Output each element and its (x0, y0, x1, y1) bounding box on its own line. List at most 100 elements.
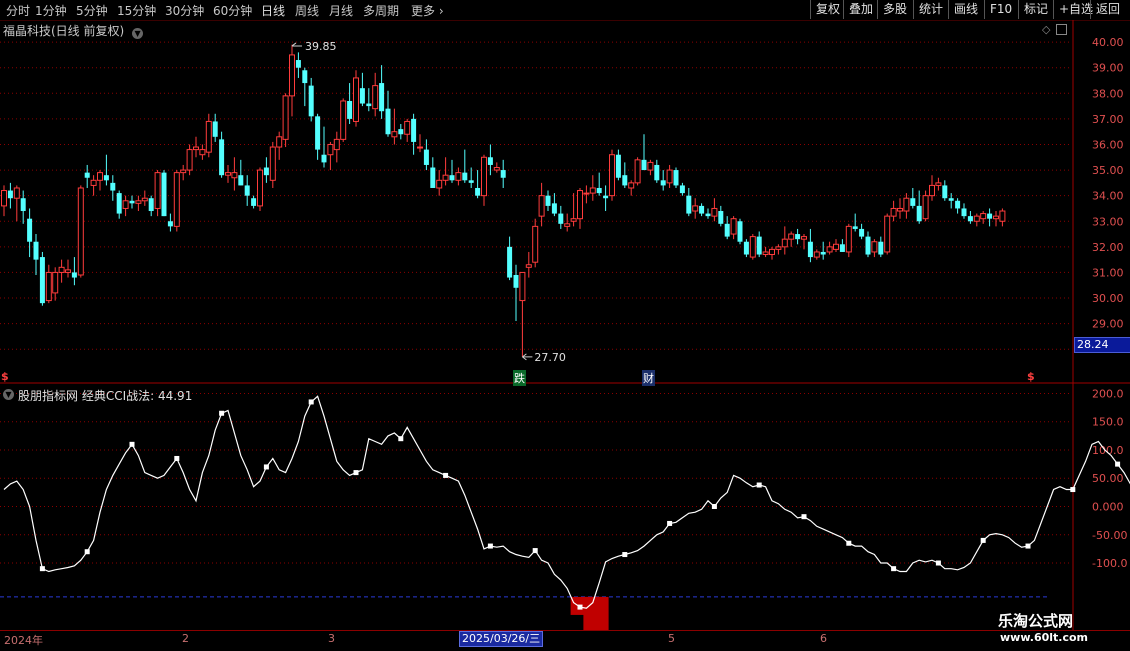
candle-body-down[interactable] (724, 223, 730, 237)
candle-body-down[interactable] (238, 175, 244, 186)
candle-body-down[interactable] (33, 241, 39, 260)
candle-body-down[interactable] (148, 198, 154, 212)
tab-5min[interactable]: 5分钟 (76, 2, 108, 19)
tab-weekly[interactable]: 周线 (295, 2, 319, 19)
candle-body-down[interactable] (430, 167, 436, 188)
candle-body-up[interactable] (993, 215, 999, 220)
candle-body-up[interactable] (749, 236, 756, 258)
candle-body-down[interactable] (71, 272, 77, 278)
candle-body-down[interactable] (603, 195, 609, 199)
candle-body-up[interactable] (77, 187, 84, 276)
overlay-button[interactable]: 叠加 (843, 0, 878, 19)
candle-body-up[interactable] (538, 195, 545, 217)
candle-body-up[interactable] (289, 54, 295, 97)
candle-body-up[interactable] (135, 200, 142, 204)
candle-body-up[interactable] (973, 215, 980, 222)
candle-body-down[interactable] (551, 203, 557, 214)
candle-body-down[interactable] (641, 159, 647, 171)
candle-body-down[interactable] (129, 200, 135, 204)
dividend-marker-right[interactable]: $ (1026, 370, 1036, 383)
candle-body-up[interactable] (327, 143, 334, 156)
candle-body-down[interactable] (212, 121, 218, 137)
candle-body-up[interactable] (180, 169, 187, 174)
candle-body-up[interactable] (826, 246, 833, 253)
tab-15min[interactable]: 15分钟 (117, 2, 156, 19)
candle-body-down[interactable] (820, 251, 826, 255)
candle-body-up[interactable] (225, 172, 231, 176)
candle-body-up[interactable] (628, 182, 635, 189)
candle-body-up[interactable] (417, 146, 423, 149)
candle-body-down[interactable] (622, 175, 628, 186)
candle-body-up[interactable] (282, 95, 289, 140)
candle-body-down[interactable] (500, 170, 506, 178)
candle-body-up[interactable] (769, 248, 775, 256)
candle-body-up[interactable] (340, 100, 347, 140)
candle-body-up[interactable] (845, 225, 852, 253)
candle-body-down[interactable] (263, 167, 269, 176)
candle-body-up[interactable] (922, 195, 929, 220)
candle-body-up[interactable] (903, 197, 910, 212)
candle-body-down[interactable] (315, 116, 321, 150)
candle-body-down[interactable] (295, 60, 301, 68)
candle-body-up[interactable] (609, 154, 615, 197)
candle-body-down[interactable] (686, 195, 692, 214)
candle-body-down[interactable] (321, 154, 327, 163)
candle-body-down[interactable] (865, 236, 871, 255)
candle-body-down[interactable] (955, 200, 961, 209)
candle-body-down[interactable] (468, 180, 474, 183)
candle-body-up[interactable] (1, 190, 7, 207)
candle-body-down[interactable] (916, 205, 922, 222)
multi-stock-button[interactable]: 多股 (877, 0, 912, 19)
candle-body-up[interactable] (173, 172, 180, 227)
candle-body-up[interactable] (532, 225, 539, 263)
candle-body-up[interactable] (935, 182, 942, 186)
candle-body-down[interactable] (398, 129, 404, 135)
candle-body-down[interactable] (487, 157, 493, 165)
candle-body-down[interactable] (219, 139, 225, 176)
candle-body-up[interactable] (493, 167, 500, 171)
f10-button[interactable]: F10 (984, 0, 1017, 19)
candle-body-down[interactable] (308, 85, 314, 117)
candle-body-down[interactable] (7, 190, 13, 199)
finance-marker[interactable]: 财 (642, 370, 655, 386)
candle-body-down[interactable] (462, 172, 468, 181)
candle-body-down[interactable] (116, 193, 122, 214)
tab-monthly[interactable]: 月线 (329, 2, 353, 19)
candle-body-up[interactable] (788, 233, 795, 240)
candle-body-down[interactable] (366, 103, 372, 107)
candle-body-down[interactable] (615, 154, 621, 178)
candle-body-down[interactable] (839, 244, 845, 252)
statistics-button[interactable]: 统计 (913, 0, 948, 19)
candle-body-down[interactable] (423, 149, 429, 165)
candle-body-down[interactable] (27, 218, 33, 242)
candle-body-up[interactable] (884, 215, 891, 253)
candle-body-up[interactable] (154, 172, 161, 209)
candle-body-down[interactable] (859, 228, 865, 237)
candle-body-up[interactable] (442, 174, 449, 181)
candle-body-down[interactable] (654, 164, 660, 181)
candle-body-up[interactable] (980, 213, 987, 220)
chevron-down-icon[interactable]: ▼ (132, 28, 144, 39)
candle-body-down[interactable] (718, 211, 724, 224)
tab-more[interactable]: 更多 › (411, 2, 444, 19)
candle-body-up[interactable] (890, 207, 897, 217)
candle-body-up[interactable] (813, 251, 820, 258)
candle-body-up[interactable] (570, 218, 577, 222)
candle-body-down[interactable] (807, 241, 813, 258)
candle-body-down[interactable] (475, 187, 481, 196)
candle-body-up[interactable] (276, 136, 283, 148)
candle-body-down[interactable] (244, 185, 250, 196)
candle-body-down[interactable] (385, 108, 391, 135)
candle-body-up[interactable] (231, 172, 238, 179)
candle-body-down[interactable] (251, 198, 257, 206)
candle-body-up[interactable] (871, 241, 878, 253)
candle-body-up[interactable] (52, 271, 59, 294)
drop-marker[interactable]: 跌 (513, 370, 526, 386)
candle-body-down[interactable] (987, 213, 993, 219)
tab-timeshare[interactable]: 分时 (6, 2, 30, 19)
candle-body-down[interactable] (679, 185, 685, 194)
candle-body-up[interactable] (577, 190, 583, 220)
candle-body-up[interactable] (564, 223, 571, 227)
candle-body-up[interactable] (647, 161, 654, 171)
candle-body-up[interactable] (666, 169, 673, 184)
